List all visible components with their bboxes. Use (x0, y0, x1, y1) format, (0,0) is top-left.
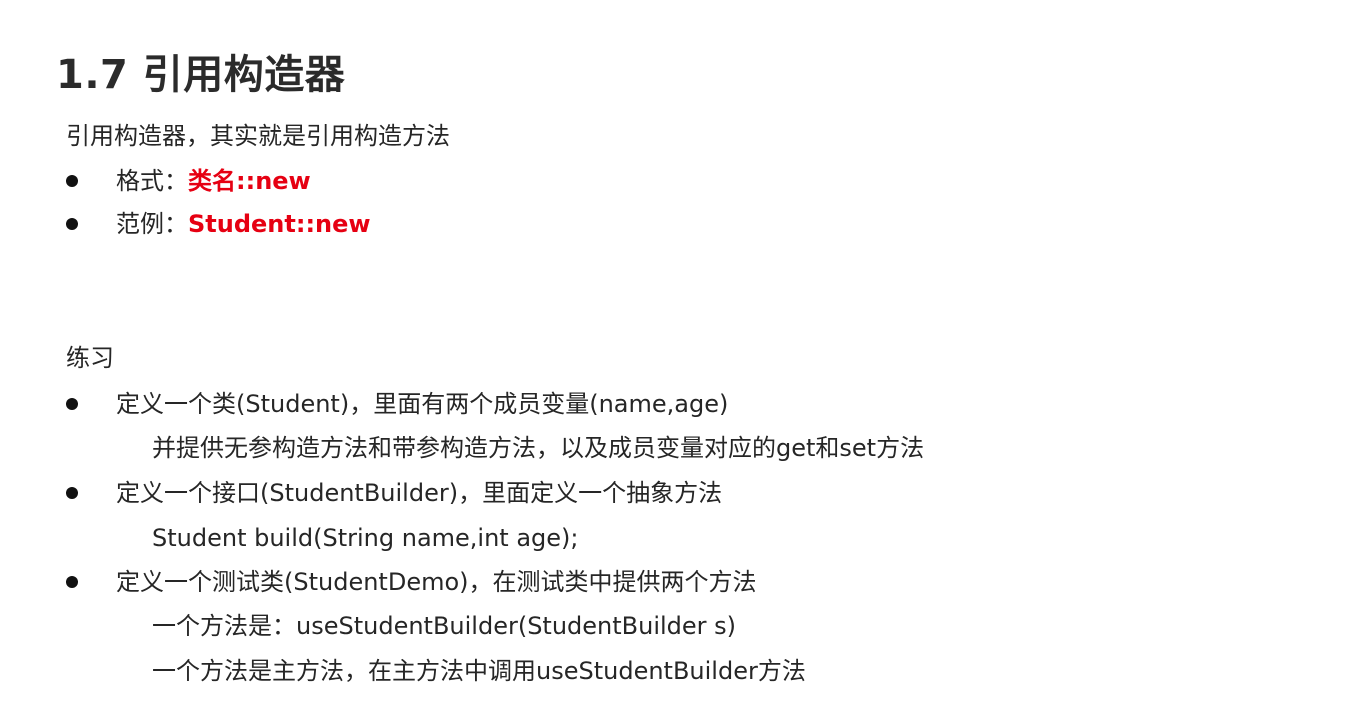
exercise-item-1-line2: 并提供无参构造方法和带参构造方法，以及成员变量对应的get和set方法 (152, 434, 925, 462)
bullet-dot (66, 576, 78, 588)
example-label: 范例： (116, 210, 188, 238)
bullet-dot (66, 487, 78, 499)
exercise-item-3-line1: 定义一个测试类(StudentDemo)，在测试类中提供两个方法 (116, 568, 757, 596)
bullet-dot (66, 218, 78, 230)
example-line: 范例：Student::new (116, 209, 371, 239)
bullet-dot (66, 398, 78, 410)
exercise-item-3-line3: 一个方法是主方法，在主方法中调用useStudentBuilder方法 (152, 657, 806, 685)
exercise-item-1-line1: 定义一个类(Student)，里面有两个成员变量(name,age) (116, 390, 729, 418)
exercise-item-2-line1: 定义一个接口(StudentBuilder)，里面定义一个抽象方法 (116, 479, 723, 507)
format-value: 类名::new (188, 167, 311, 195)
intro-text: 引用构造器，其实就是引用构造方法 (66, 122, 450, 150)
exercise-item-3-line2: 一个方法是：useStudentBuilder(StudentBuilder s… (152, 612, 737, 640)
page-title: 1.7 引用构造器 (56, 52, 346, 98)
example-value: Student::new (188, 210, 371, 238)
bullet-dot (66, 175, 78, 187)
format-line: 格式：类名::new (116, 166, 311, 196)
exercise-item-2-line2: Student build(String name,int age); (152, 524, 579, 552)
exercise-heading: 练习 (66, 344, 114, 372)
format-label: 格式： (116, 167, 188, 195)
